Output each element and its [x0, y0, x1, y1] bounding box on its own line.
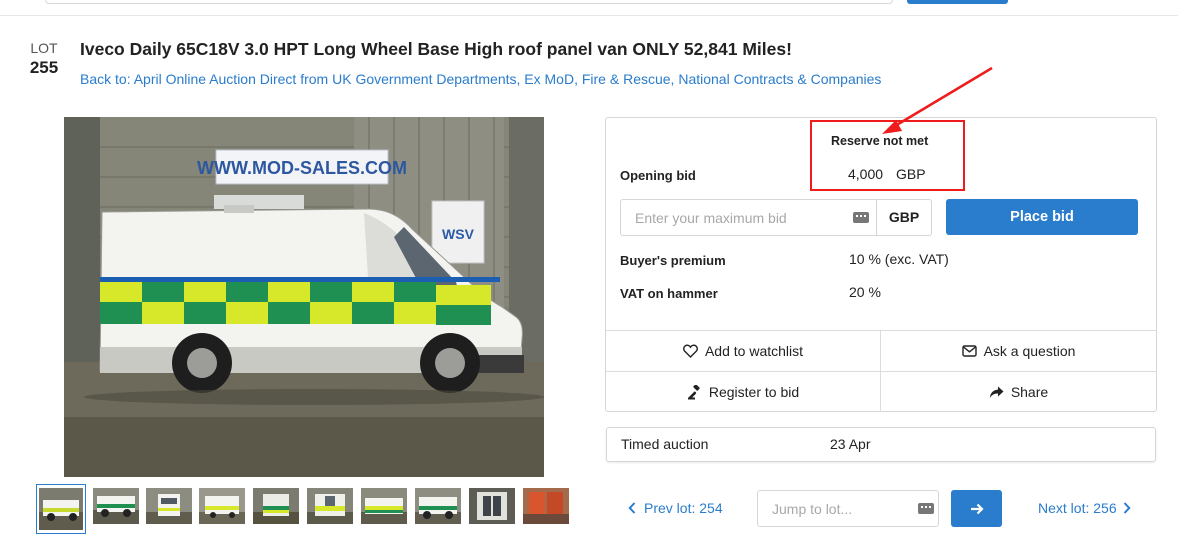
heart-icon	[682, 344, 698, 358]
sign-text: WSV	[442, 226, 475, 242]
site-search-input[interactable]	[45, 0, 893, 4]
arrow-right-icon	[970, 503, 984, 514]
gavel-icon	[687, 384, 700, 399]
chevron-left-icon	[628, 502, 636, 514]
keyboard-icon[interactable]	[918, 503, 934, 514]
auction-date: 23 Apr	[830, 436, 871, 452]
envelope-icon	[961, 345, 977, 357]
lot-number: 255	[29, 58, 59, 77]
vat-label: VAT on hammer	[620, 286, 718, 301]
max-bid-input[interactable]	[620, 199, 877, 236]
buyers-premium-label: Buyer's premium	[620, 253, 726, 268]
thumbnail[interactable]	[415, 488, 461, 524]
keyboard-icon[interactable]	[853, 212, 869, 223]
thumbnail[interactable]	[93, 488, 139, 524]
main-lot-image[interactable]: WWW.MOD-SALES.COM WSV	[64, 117, 544, 477]
add-to-watchlist-button[interactable]: Add to watchlist	[606, 331, 880, 371]
next-lot-link[interactable]: Next lot: 256	[1038, 500, 1131, 516]
thumbnail[interactable]	[523, 488, 569, 524]
back-to-auction-link[interactable]: Back to: April Online Auction Direct fro…	[80, 71, 881, 87]
buyers-premium-value: 10 % (exc. VAT)	[849, 251, 949, 267]
lot-label: LOT	[30, 40, 58, 56]
jump-to-lot-input[interactable]	[757, 490, 939, 527]
bid-currency: GBP	[876, 199, 932, 236]
add-to-watchlist-label: Add to watchlist	[704, 343, 804, 359]
lot-badge: LOT 255	[26, 40, 62, 78]
banner-text: WWW.MOD-SALES.COM	[197, 158, 407, 178]
place-bid-button[interactable]: Place bid	[946, 199, 1138, 235]
auction-type: Timed auction	[621, 436, 709, 452]
vat-value: 20 %	[849, 284, 881, 300]
lot-title: Iveco Daily 65C18V 3.0 HPT Long Wheel Ba…	[80, 39, 792, 59]
top-header-strip	[0, 0, 1178, 16]
ask-question-label: Ask a question	[983, 343, 1076, 359]
opening-bid-label: Opening bid	[620, 168, 696, 183]
thumbnail-strip	[36, 484, 571, 534]
share-icon	[989, 386, 1004, 398]
thumbnail[interactable]	[253, 488, 299, 524]
jump-go-button[interactable]	[951, 490, 1002, 527]
chevron-right-icon	[1123, 502, 1131, 514]
prev-lot-label: Prev lot: 254	[644, 500, 723, 516]
thumbnail[interactable]	[469, 488, 515, 524]
site-search-button[interactable]	[907, 0, 1008, 4]
thumbnail[interactable]	[146, 488, 192, 524]
thumbnail[interactable]	[36, 484, 86, 534]
van-photo: WWW.MOD-SALES.COM WSV	[64, 117, 544, 477]
share-label: Share	[1010, 384, 1049, 400]
thumbnail[interactable]	[199, 488, 245, 524]
thumbnail[interactable]	[307, 488, 353, 524]
next-lot-label: Next lot: 256	[1038, 500, 1117, 516]
prev-lot-link[interactable]: Prev lot: 254	[628, 500, 723, 516]
ask-question-button[interactable]: Ask a question	[881, 331, 1156, 371]
annotation-highlight-box	[810, 120, 965, 191]
register-to-bid-button[interactable]: Register to bid	[606, 372, 880, 412]
register-to-bid-label: Register to bid	[708, 384, 800, 400]
share-button[interactable]: Share	[881, 372, 1156, 412]
thumbnail[interactable]	[361, 488, 407, 524]
